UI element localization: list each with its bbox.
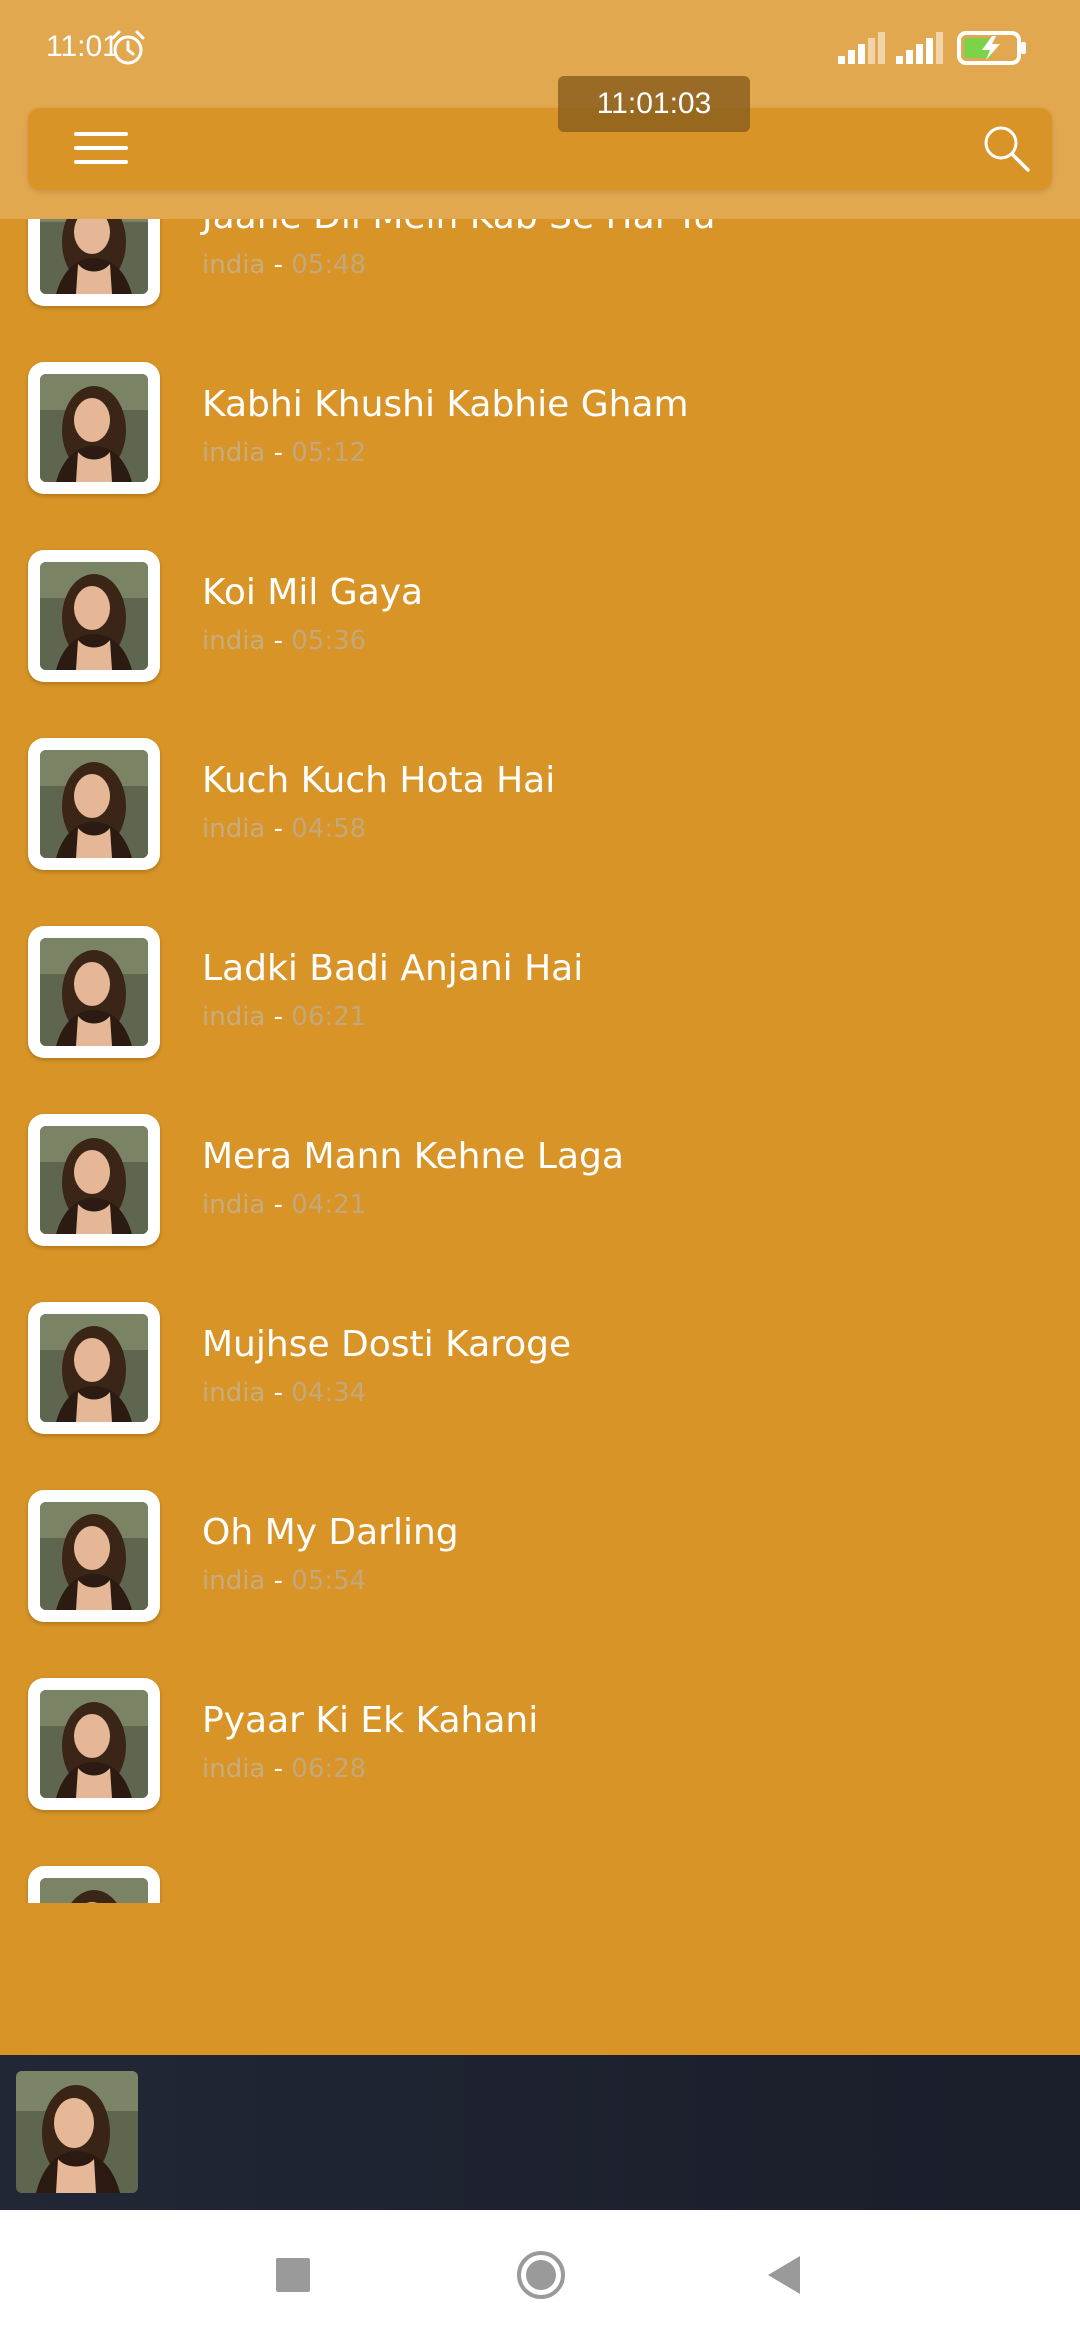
song-list-viewport[interactable]: Jaane Dil Mein Kab Se Hai Tu india - 05:4… bbox=[0, 219, 1080, 1903]
song-meta: india - 05:54 bbox=[202, 1566, 366, 1596]
meta-separator: - bbox=[265, 814, 292, 844]
home-icon[interactable] bbox=[516, 2250, 566, 2300]
list-item[interactable]: Mera Mann Kehne Laga india - 04:21 bbox=[0, 1114, 1080, 1302]
song-thumbnail bbox=[28, 1866, 160, 1903]
song-meta: india - 04:58 bbox=[202, 814, 366, 844]
list-item[interactable]: Oh My Darling india - 05:54 bbox=[0, 1490, 1080, 1678]
song-title: Koi Mil Gaya bbox=[202, 572, 424, 613]
meta-separator: - bbox=[265, 1378, 292, 1408]
song-artist: india bbox=[202, 1378, 266, 1408]
song-duration: 06:21 bbox=[291, 1002, 367, 1032]
song-meta: india - 04:34 bbox=[202, 1378, 366, 1408]
song-title: Oh My Darling bbox=[202, 1512, 459, 1553]
list-item[interactable]: Koi Mil Gaya india - 05:36 bbox=[0, 550, 1080, 738]
back-icon[interactable] bbox=[764, 2254, 804, 2296]
recents-icon[interactable] bbox=[276, 2258, 310, 2292]
song-thumbnail bbox=[28, 738, 160, 870]
song-thumbnail bbox=[28, 1114, 160, 1246]
song-duration: 05:54 bbox=[291, 1566, 367, 1596]
song-artist: india bbox=[202, 1566, 266, 1596]
list-item[interactable]: Jaane Dil Mein Kab Se Hai Tu india - 05:4… bbox=[0, 219, 1080, 362]
meta-separator: - bbox=[265, 626, 292, 656]
song-meta: india - 05:12 bbox=[202, 438, 366, 468]
song-title: Jaane Dil Mein Kab Se Hai Tu bbox=[202, 219, 715, 237]
song-thumbnail bbox=[28, 1490, 160, 1622]
meta-separator: - bbox=[265, 1002, 292, 1032]
song-title: Mera Mann Kehne Laga bbox=[202, 1136, 624, 1177]
song-duration: 04:58 bbox=[291, 814, 367, 844]
song-artist: india bbox=[202, 1190, 266, 1220]
song-thumbnail bbox=[28, 1302, 160, 1434]
song-meta: india - 06:21 bbox=[202, 1002, 366, 1032]
song-thumbnail bbox=[28, 926, 160, 1058]
song-meta: india - 05:36 bbox=[202, 626, 366, 656]
song-duration: 04:34 bbox=[291, 1378, 367, 1408]
song-meta: india - 05:48 bbox=[202, 250, 366, 280]
song-artist: india bbox=[202, 1754, 266, 1784]
hamburger-menu-icon[interactable] bbox=[74, 126, 130, 172]
song-meta: india - 04:21 bbox=[202, 1190, 366, 1220]
song-title: Kuch Kuch Hota Hai bbox=[202, 760, 556, 801]
list-item[interactable]: Pyaar Ki Ek Kahani india - 06:28 bbox=[0, 1678, 1080, 1866]
battery-charging-icon bbox=[957, 31, 1026, 65]
song-title: Mujhse Dosti Karoge bbox=[202, 1324, 572, 1365]
meta-separator: - bbox=[265, 438, 292, 468]
song-title: Kabhi Khushi Kabhie Gham bbox=[202, 384, 689, 425]
signal-icon-2 bbox=[896, 32, 943, 64]
mini-player[interactable] bbox=[0, 2055, 1080, 2210]
list-item[interactable]: Mujhse Dosti Karoge india - 04:34 bbox=[0, 1302, 1080, 1490]
meta-separator: - bbox=[265, 1190, 292, 1220]
list-item[interactable]: Kabhi Khushi Kabhie Gham india - 05:12 bbox=[0, 362, 1080, 550]
song-duration: 05:48 bbox=[291, 250, 367, 280]
list-item[interactable] bbox=[0, 1866, 1080, 1903]
song-thumbnail bbox=[28, 219, 160, 306]
app-header: 11:01 bbox=[0, 0, 1080, 219]
song-thumbnail bbox=[28, 1678, 160, 1810]
song-duration: 05:12 bbox=[291, 438, 367, 468]
search-icon[interactable] bbox=[980, 122, 1032, 174]
now-playing-artwork[interactable] bbox=[16, 2071, 138, 2193]
song-thumbnail bbox=[28, 550, 160, 682]
list-item[interactable]: Ladki Badi Anjani Hai india - 06:21 bbox=[0, 926, 1080, 1114]
song-duration: 04:21 bbox=[291, 1190, 367, 1220]
song-artist: india bbox=[202, 1002, 266, 1032]
song-title: Ladki Badi Anjani Hai bbox=[202, 948, 584, 989]
toolbar bbox=[28, 108, 1052, 190]
signal-icon bbox=[838, 32, 885, 64]
song-thumbnail bbox=[28, 362, 160, 494]
song-artist: india bbox=[202, 814, 266, 844]
list-item[interactable]: Kuch Kuch Hota Hai india - 04:58 bbox=[0, 738, 1080, 926]
song-artist: india bbox=[202, 626, 266, 656]
alarm-icon bbox=[111, 30, 145, 65]
meta-separator: - bbox=[265, 1754, 292, 1784]
song-duration: 05:36 bbox=[291, 626, 367, 656]
song-title: Pyaar Ki Ek Kahani bbox=[202, 1700, 539, 1741]
meta-separator: - bbox=[265, 1566, 292, 1596]
system-nav-bar bbox=[0, 2210, 1080, 2340]
song-artist: india bbox=[202, 438, 266, 468]
song-meta: india - 06:28 bbox=[202, 1754, 366, 1784]
song-artist: india bbox=[202, 250, 266, 280]
song-duration: 06:28 bbox=[291, 1754, 367, 1784]
time-toast: 11:01:03 bbox=[558, 76, 750, 132]
meta-separator: - bbox=[265, 250, 292, 280]
